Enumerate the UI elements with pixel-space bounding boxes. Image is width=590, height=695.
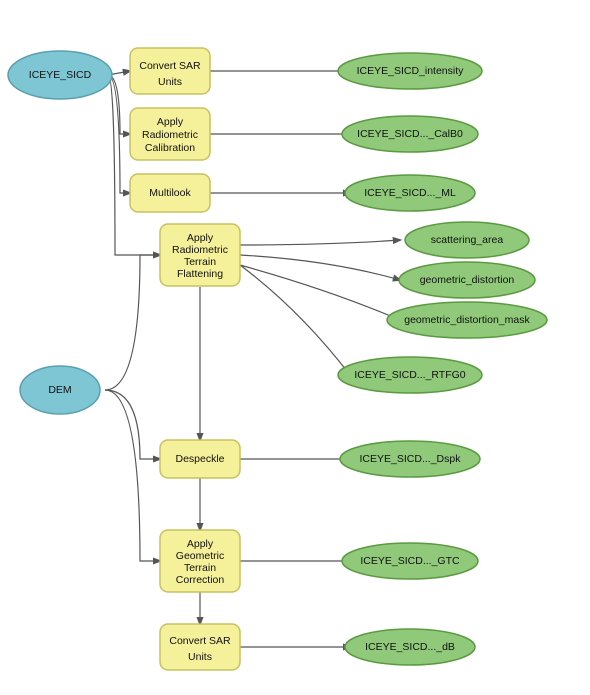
gtc-node: ICEYE_SICD..._GTC bbox=[342, 543, 478, 579]
convert-sar-1-line2: Units bbox=[158, 76, 182, 88]
iceye-sicd-node: ICEYE_SICD bbox=[8, 51, 112, 99]
apply-rtf-line2: Radiometric bbox=[172, 244, 228, 256]
convert-sar-2-line1: Convert SAR bbox=[169, 635, 231, 647]
calb0-node: ICEYE_SICD..._CalB0 bbox=[342, 116, 478, 152]
dem-node: DEM bbox=[20, 366, 100, 414]
calb0-label: ICEYE_SICD..._CalB0 bbox=[357, 128, 463, 140]
intensity-node: ICEYE_SICD_intensity bbox=[338, 53, 482, 89]
convert-sar-1-line1: Convert SAR bbox=[139, 60, 201, 72]
scattering-node: scattering_area bbox=[405, 222, 529, 258]
apply-radio-cal-node: Apply Radiometric Calibration bbox=[130, 108, 210, 160]
despeckle-node: Despeckle bbox=[160, 440, 240, 478]
ml-node: ICEYE_SICD..._ML bbox=[345, 175, 475, 211]
workflow-diagram: ICEYE_SICD DEM Convert SAR Units Apply R… bbox=[0, 0, 590, 695]
intensity-label: ICEYE_SICD_intensity bbox=[357, 65, 465, 77]
apply-rtf-node: Apply Radiometric Terrain Flattening bbox=[160, 224, 240, 286]
apply-gtc-line4: Correction bbox=[176, 574, 225, 586]
apply-radio-cal-line1: Apply bbox=[157, 116, 184, 128]
geo-dist-node: geometric_distortion bbox=[399, 262, 535, 298]
dspk-label: ICEYE_SICD..._Dspk bbox=[360, 453, 462, 465]
multilook-label: Multilook bbox=[149, 187, 191, 199]
convert-sar-2-node: Convert SAR Units bbox=[160, 624, 240, 670]
apply-gtc-line1: Apply bbox=[187, 538, 214, 550]
dspk-node: ICEYE_SICD..._Dspk bbox=[340, 441, 480, 477]
apply-gtc-line3: Terrain bbox=[184, 562, 216, 574]
apply-radio-cal-line3: Calibration bbox=[145, 142, 195, 154]
geo-dist-mask-node: geometric_distortion_mask bbox=[387, 302, 547, 338]
convert-sar-1-node: Convert SAR Units bbox=[130, 48, 210, 94]
apply-radio-cal-line2: Radiometric bbox=[142, 129, 198, 141]
gtc-label: ICEYE_SICD..._GTC bbox=[360, 555, 460, 567]
despeckle-label: Despeckle bbox=[175, 453, 224, 465]
apply-rtf-line4: Flattening bbox=[177, 268, 223, 280]
rtfg0-node: ICEYE_SICD..._RTFG0 bbox=[338, 357, 482, 393]
rtfg0-label: ICEYE_SICD..._RTFG0 bbox=[354, 369, 465, 381]
db-node: ICEYE_SICD..._dB bbox=[345, 629, 475, 665]
db-label: ICEYE_SICD..._dB bbox=[365, 641, 455, 653]
apply-rtf-line3: Terrain bbox=[184, 256, 216, 268]
iceye-sicd-label: ICEYE_SICD bbox=[29, 69, 92, 81]
apply-rtf-line1: Apply bbox=[187, 232, 214, 244]
scattering-label: scattering_area bbox=[431, 234, 504, 246]
apply-gtc-line2: Geometric bbox=[176, 550, 224, 562]
geo-dist-label: geometric_distortion bbox=[420, 274, 515, 286]
convert-sar-2-line2: Units bbox=[188, 651, 212, 663]
multilook-node: Multilook bbox=[130, 174, 210, 212]
geo-dist-mask-label: geometric_distortion_mask bbox=[404, 314, 530, 326]
apply-gtc-node: Apply Geometric Terrain Correction bbox=[160, 530, 240, 592]
ml-label: ICEYE_SICD..._ML bbox=[364, 187, 456, 199]
dem-label: DEM bbox=[48, 384, 71, 396]
